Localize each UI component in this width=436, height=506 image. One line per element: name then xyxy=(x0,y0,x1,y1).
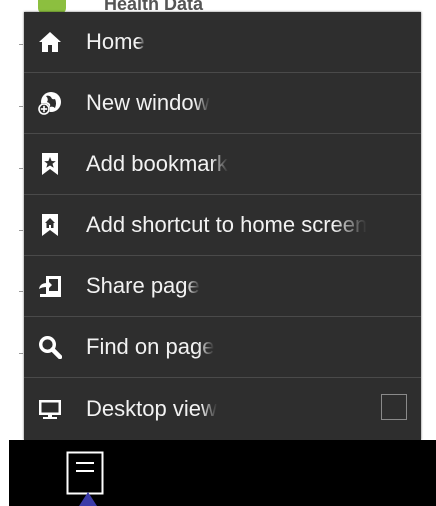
pointer-icon xyxy=(79,492,97,506)
menu-item-add-shortcut[interactable]: Add shortcut to home screen xyxy=(24,195,421,256)
menu-item-label: Home xyxy=(86,29,145,54)
menu-item-label: Share page xyxy=(86,273,200,298)
menu-item-label: Find on page xyxy=(86,334,215,359)
globe-plus-icon xyxy=(38,91,62,115)
background-divider xyxy=(19,106,23,107)
overflow-menu: Home New window Add bookmark Add shortcu… xyxy=(24,12,421,440)
background-divider xyxy=(19,168,23,169)
search-icon xyxy=(38,335,62,359)
menu-item-label: Add shortcut to home screen xyxy=(86,212,368,237)
bookmark-star-icon xyxy=(38,152,62,176)
menu-item-find-on-page[interactable]: Find on page xyxy=(24,317,421,378)
background-divider xyxy=(19,291,23,292)
menu-item-new-window[interactable]: New window xyxy=(24,73,421,134)
menu-item-add-bookmark[interactable]: Add bookmark xyxy=(24,134,421,195)
desktop-view-checkbox[interactable] xyxy=(381,394,407,420)
menu-item-share-page[interactable]: Share page xyxy=(24,256,421,317)
monitor-icon xyxy=(38,397,62,421)
navigation-bar xyxy=(9,440,436,506)
menu-item-label: New window xyxy=(86,90,210,115)
share-icon xyxy=(38,274,62,298)
menu-item-label: Add bookmark xyxy=(86,151,228,176)
background-divider xyxy=(19,230,23,231)
menu-item-desktop-view[interactable]: Desktop view xyxy=(24,378,421,439)
menu-icon[interactable] xyxy=(66,451,104,495)
bookmark-home-icon xyxy=(38,213,62,237)
background-divider xyxy=(19,44,23,45)
menu-item-home[interactable]: Home xyxy=(24,12,421,73)
menu-item-label: Desktop view xyxy=(86,395,217,421)
background-divider xyxy=(19,353,23,354)
home-icon xyxy=(38,30,62,54)
